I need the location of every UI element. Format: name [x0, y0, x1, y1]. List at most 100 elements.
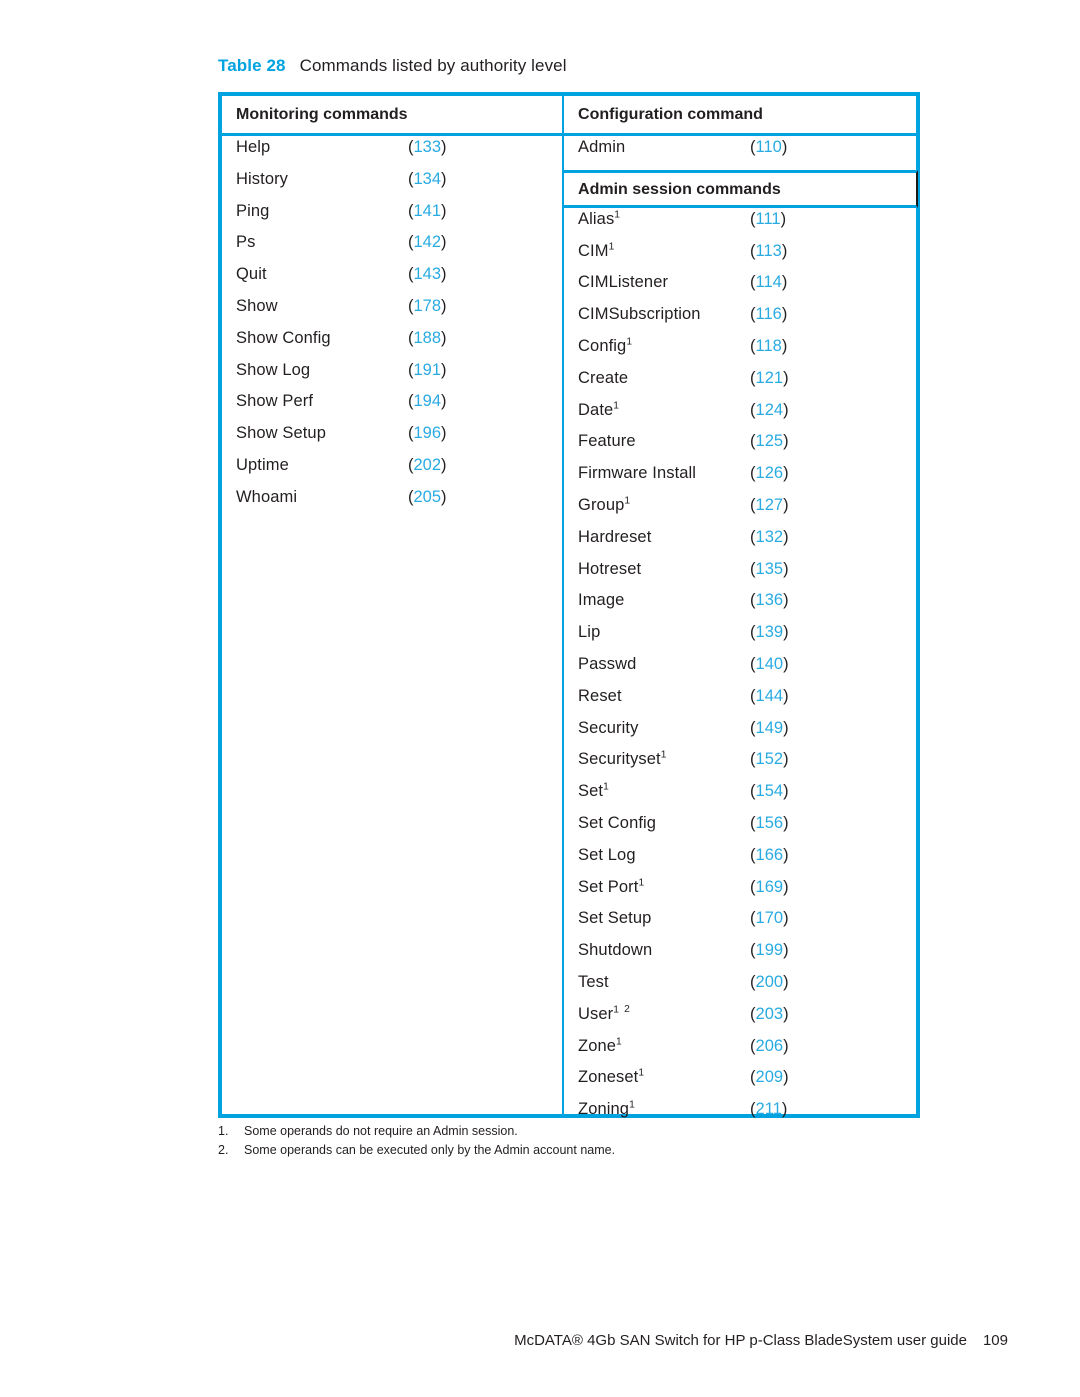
- command-name: Create: [578, 368, 629, 387]
- command-name: Whoami: [236, 487, 298, 506]
- page-reference[interactable]: (124): [750, 401, 789, 420]
- table-row: Ping (141): [222, 202, 562, 234]
- command-name: Feature: [578, 432, 636, 451]
- column-header-monitoring: Monitoring commands: [222, 96, 563, 136]
- page-reference[interactable]: (114): [750, 273, 787, 292]
- page-reference-number: 169: [755, 877, 784, 896]
- footer-title: McDATA® 4Gb SAN Switch for HP p-Class Bl…: [514, 1332, 967, 1349]
- footnote-marker: 2: [624, 1004, 630, 1016]
- table-row: Hardreset (132): [564, 528, 916, 560]
- page-reference[interactable]: (125): [750, 432, 789, 451]
- table-row: CIM1 (113): [564, 241, 916, 274]
- page-reference[interactable]: (169): [750, 878, 789, 897]
- page-reference[interactable]: (121): [750, 369, 789, 388]
- page-reference[interactable]: (211): [750, 1100, 787, 1119]
- table-caption-label: Table 28: [218, 56, 286, 75]
- monitoring-commands-rows: Help (133) History (134) Ping (141) Ps (142) Qui…: [222, 136, 562, 520]
- page-reference-number: 211: [755, 1100, 782, 1119]
- page-reference[interactable]: (118): [750, 337, 787, 356]
- footnote-marker: 1: [608, 241, 615, 253]
- page-reference[interactable]: (134): [408, 170, 447, 189]
- page-reference[interactable]: (141): [408, 202, 447, 221]
- page-reference[interactable]: (152): [750, 750, 789, 769]
- page-reference[interactable]: (136): [750, 591, 789, 610]
- page-reference[interactable]: (209): [750, 1068, 789, 1087]
- page-reference[interactable]: (140): [750, 655, 789, 674]
- page-reference[interactable]: (156): [750, 814, 789, 833]
- page-reference-number: 152: [755, 750, 784, 769]
- table-row: Set1 (154): [564, 782, 916, 814]
- page-reference-number: 156: [755, 813, 784, 832]
- page-reference[interactable]: (196): [408, 424, 447, 443]
- page-reference[interactable]: (113): [750, 242, 787, 261]
- page-reference[interactable]: (111): [750, 210, 786, 229]
- footnote-marker: 1: [626, 336, 633, 348]
- page-reference[interactable]: (199): [750, 941, 789, 960]
- page-reference[interactable]: (188): [408, 329, 447, 348]
- table-row: Reset (144): [564, 687, 916, 719]
- table-row: CIMSubscription (116): [564, 305, 916, 337]
- column-header-configuration: Configuration command: [564, 96, 916, 136]
- command-name: Zoneset1: [578, 1067, 645, 1087]
- footer-page-number: 109: [982, 1332, 1008, 1349]
- table-row: Security (149): [564, 719, 916, 751]
- page-reference[interactable]: (110): [750, 138, 787, 157]
- footnote-text: Some operands can be executed only by th…: [244, 1143, 616, 1158]
- command-name: Set1: [578, 781, 609, 801]
- page-reference[interactable]: (139): [750, 623, 789, 642]
- page-reference[interactable]: (116): [750, 305, 787, 324]
- page-reference[interactable]: (135): [750, 560, 789, 579]
- page-reference[interactable]: (206): [750, 1037, 789, 1056]
- command-name: Test: [578, 972, 609, 991]
- page-reference-number: 139: [755, 623, 784, 642]
- page-reference[interactable]: (203): [750, 1005, 789, 1024]
- page-reference[interactable]: (178): [408, 297, 447, 316]
- footnote-marker: 1: [638, 1067, 645, 1079]
- page-reference-number: 127: [755, 495, 784, 514]
- page-reference[interactable]: (194): [408, 392, 447, 411]
- page-reference-number: 143: [413, 265, 442, 284]
- command-name: Reset: [578, 686, 622, 705]
- admin-session-commands-rows: Alias1 (111) CIM1 (113) CIMListener (114) CIMS…: [564, 208, 916, 1132]
- page-reference[interactable]: (166): [750, 846, 789, 865]
- table-row: Hotreset (135): [564, 560, 916, 592]
- page-reference[interactable]: (200): [750, 973, 789, 992]
- page-reference[interactable]: (205): [408, 488, 447, 507]
- command-name: Show Log: [236, 360, 311, 379]
- page-reference[interactable]: (132): [750, 528, 789, 547]
- command-name: Hardreset: [578, 527, 652, 546]
- footnote-number: 1.: [218, 1124, 229, 1138]
- page-reference[interactable]: (154): [750, 782, 789, 801]
- page-reference-number: 121: [755, 368, 784, 387]
- table-row: Show Setup (196): [222, 424, 562, 456]
- page-reference-number: 203: [755, 1004, 784, 1023]
- footnote-marker: 1: [624, 495, 631, 507]
- command-name: CIMSubscription: [578, 305, 701, 324]
- table-row: Shutdown (199): [564, 941, 916, 973]
- page-reference-number: 142: [413, 233, 442, 252]
- page-reference[interactable]: (202): [408, 456, 447, 475]
- page-reference[interactable]: (191): [408, 361, 447, 380]
- command-name: History: [236, 169, 289, 188]
- table-row: Uptime (202): [222, 456, 562, 488]
- page-reference[interactable]: (133): [408, 138, 447, 157]
- page-reference[interactable]: (142): [408, 233, 447, 252]
- page-reference-number: 140: [755, 654, 784, 673]
- page-reference[interactable]: (149): [750, 719, 789, 738]
- table-row: Show (178): [222, 297, 562, 329]
- configuration-top-rows: Admin (110): [564, 136, 916, 170]
- page-reference[interactable]: (143): [408, 265, 447, 284]
- page-reference[interactable]: (127): [750, 496, 789, 515]
- page-reference-number: 113: [755, 241, 782, 260]
- page-reference[interactable]: (170): [750, 909, 789, 928]
- page-reference[interactable]: (126): [750, 464, 789, 483]
- command-name: Firmware Install: [578, 464, 697, 483]
- document-page: Table 28 Commands listed by authority lev…: [0, 0, 1080, 1397]
- page-reference-number: 135: [755, 559, 784, 578]
- page-reference-number: 194: [413, 392, 442, 411]
- table-row: Show Perf (194): [222, 392, 562, 424]
- table-row: Set Config (156): [564, 814, 916, 846]
- command-name: Uptime: [236, 455, 289, 474]
- page-reference[interactable]: (144): [750, 687, 789, 706]
- page-reference-number: 116: [755, 305, 782, 324]
